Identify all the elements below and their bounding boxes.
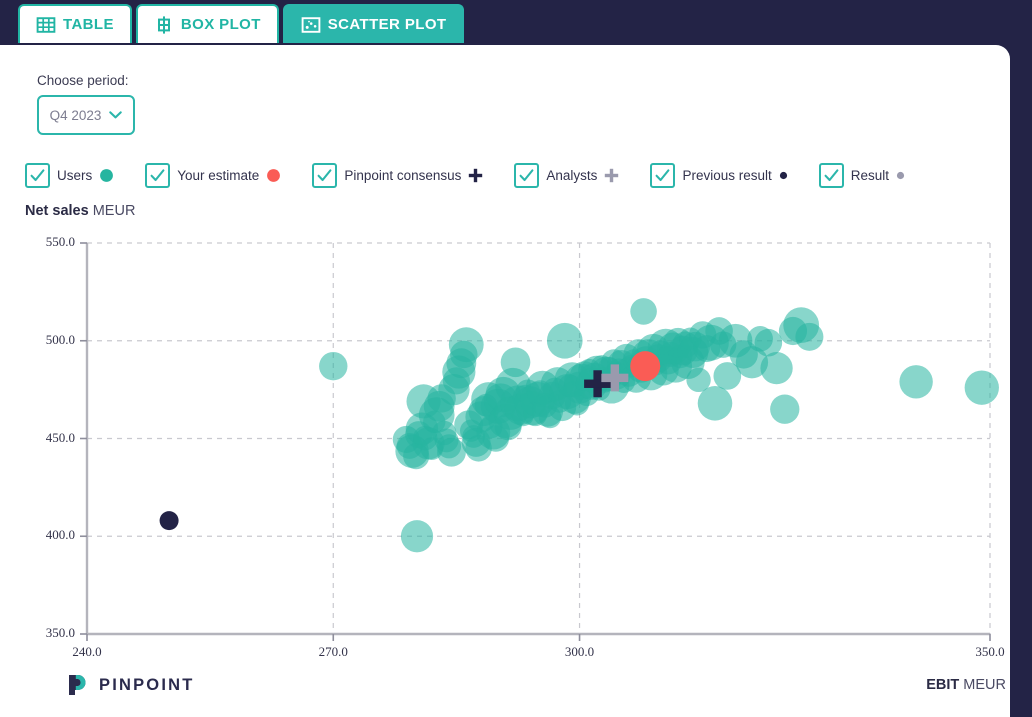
legend-marker-circle bbox=[266, 168, 281, 183]
tab-label: SCATTER PLOT bbox=[328, 16, 447, 33]
tab-table[interactable]: TABLE bbox=[18, 4, 132, 43]
x-axis-tick-label: 270.0 bbox=[298, 644, 368, 660]
legend-label: Result bbox=[851, 168, 889, 183]
chevron-down-icon bbox=[109, 111, 122, 119]
table-icon bbox=[36, 15, 56, 35]
tab-box-plot[interactable]: BOX PLOT bbox=[136, 4, 279, 43]
tab-bar: TABLE BOX PLOT SCATTER PLOT bbox=[0, 0, 1032, 47]
legend-item-pinpoint-consensus[interactable]: Pinpoint consensus bbox=[312, 163, 483, 188]
legend-label: Pinpoint consensus bbox=[344, 168, 461, 183]
y-axis-title-bold: Net sales bbox=[25, 203, 89, 219]
brand-name: PINPOINT bbox=[99, 676, 195, 695]
legend-marker-circle bbox=[99, 168, 114, 183]
period-selected-value: Q4 2023 bbox=[50, 108, 102, 123]
x-axis-title: EBIT MEUR bbox=[926, 677, 1006, 693]
legend-marker-cross bbox=[604, 168, 619, 183]
x-axis-tick-label: 350.0 bbox=[955, 644, 1025, 660]
checkbox-previous-result[interactable] bbox=[650, 163, 675, 188]
x-axis-tick-label: 240.0 bbox=[52, 644, 122, 660]
checkbox-pinpoint-consensus[interactable] bbox=[312, 163, 337, 188]
legend-item-users[interactable]: Users bbox=[25, 163, 114, 188]
period-select[interactable]: Q4 2023 bbox=[37, 95, 135, 135]
y-axis-tick-label: 400.0 bbox=[15, 527, 75, 543]
legend-marker-cross bbox=[468, 168, 483, 183]
legend-label: Analysts bbox=[546, 168, 597, 183]
legend-item-previous-result[interactable]: Previous result bbox=[650, 163, 787, 188]
y-axis-tick-label: 350.0 bbox=[15, 625, 75, 641]
y-axis-title: Net sales MEUR bbox=[25, 203, 135, 219]
box-plot-icon bbox=[154, 15, 174, 35]
y-axis-tick-label: 500.0 bbox=[15, 332, 75, 348]
pinpoint-logo-icon bbox=[66, 673, 88, 697]
checkbox-users[interactable] bbox=[25, 163, 50, 188]
x-axis-title-unit: MEUR bbox=[963, 677, 1006, 693]
legend-item-your-estimate[interactable]: Your estimate bbox=[145, 163, 281, 188]
period-label: Choose period: bbox=[37, 73, 129, 88]
legend: Users Your estimate Pinpoint consensus Anal… bbox=[25, 163, 936, 188]
content-card bbox=[0, 45, 1010, 717]
tab-label: BOX PLOT bbox=[181, 16, 261, 33]
brand-footer: PINPOINT bbox=[66, 673, 195, 697]
tab-scatter-plot[interactable]: SCATTER PLOT bbox=[283, 4, 465, 43]
y-axis-tick-label: 450.0 bbox=[15, 430, 75, 446]
legend-marker-dot bbox=[896, 171, 905, 180]
checkbox-your-estimate[interactable] bbox=[145, 163, 170, 188]
y-axis-title-unit: MEUR bbox=[93, 203, 136, 219]
legend-label: Your estimate bbox=[177, 168, 259, 183]
checkbox-result[interactable] bbox=[819, 163, 844, 188]
checkbox-analysts[interactable] bbox=[514, 163, 539, 188]
x-axis-title-bold: EBIT bbox=[926, 677, 959, 693]
tab-label: TABLE bbox=[63, 16, 114, 33]
legend-label: Previous result bbox=[682, 168, 771, 183]
y-axis-tick-label: 550.0 bbox=[15, 234, 75, 250]
legend-item-result[interactable]: Result bbox=[819, 163, 905, 188]
legend-label: Users bbox=[57, 168, 92, 183]
legend-item-analysts[interactable]: Analysts bbox=[514, 163, 619, 188]
scatter-plot-icon bbox=[301, 15, 321, 35]
legend-marker-dot bbox=[779, 171, 788, 180]
x-axis-tick-label: 300.0 bbox=[545, 644, 615, 660]
